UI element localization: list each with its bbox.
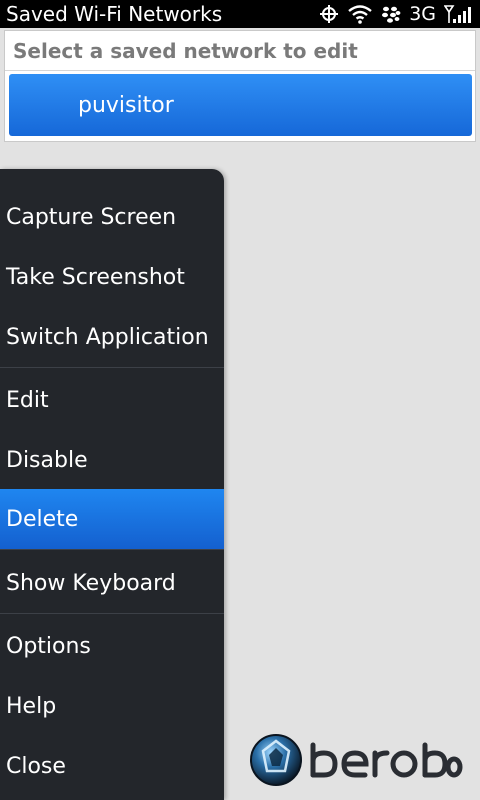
menu-item-switch-application[interactable]: Switch Application xyxy=(0,307,224,367)
network-item-puvisitor[interactable]: puvisitor xyxy=(9,74,472,136)
menu-separator xyxy=(0,549,224,550)
menu-item-label: Take Screenshot xyxy=(6,264,185,290)
network-type: 3G xyxy=(409,3,436,25)
menu-item-label: Switch Application xyxy=(6,324,209,350)
menu-item-edit[interactable]: Edit xyxy=(0,370,224,430)
window-title: Saved Wi-Fi Networks xyxy=(6,2,223,26)
menu-item-label: Disable xyxy=(6,447,88,473)
blackberry-icon xyxy=(381,5,401,23)
menu-item-take-screenshot[interactable]: Take Screenshot xyxy=(0,247,224,307)
menu-item-label: Delete xyxy=(6,506,79,532)
saved-networks-panel: Select a saved network to edit puvisitor xyxy=(4,30,476,142)
wifi-icon xyxy=(347,4,373,24)
signal-strength-icon xyxy=(444,4,474,24)
status-bar: Saved Wi-Fi Networks 3G xyxy=(0,0,480,28)
menu-item-options[interactable]: Options xyxy=(0,616,224,676)
menu-separator xyxy=(0,367,224,368)
menu-item-disable[interactable]: Disable xyxy=(0,430,224,490)
context-menu: Capture Screen Take Screenshot Switch Ap… xyxy=(0,169,224,800)
status-icons: 3G xyxy=(319,3,480,25)
menu-item-label: Close xyxy=(6,753,66,779)
menu-item-label: Capture Screen xyxy=(6,204,177,230)
network-name: puvisitor xyxy=(78,92,174,118)
menu-item-label: Edit xyxy=(6,387,49,413)
menu-item-close[interactable]: Close xyxy=(0,736,224,796)
menu-item-delete[interactable]: Delete xyxy=(0,489,224,549)
panel-header: Select a saved network to edit xyxy=(5,31,475,71)
menu-separator xyxy=(0,613,224,614)
menu-item-label: Options xyxy=(6,633,91,659)
menu-item-help[interactable]: Help xyxy=(0,676,224,736)
menu-item-capture-screen[interactable]: Capture Screen xyxy=(0,187,224,247)
menu-item-label: Help xyxy=(6,693,57,719)
menu-item-show-keyboard[interactable]: Show Keyboard xyxy=(0,553,224,613)
berobo-logo xyxy=(249,731,464,789)
gps-icon xyxy=(319,4,339,24)
menu-item-label: Show Keyboard xyxy=(6,570,176,596)
